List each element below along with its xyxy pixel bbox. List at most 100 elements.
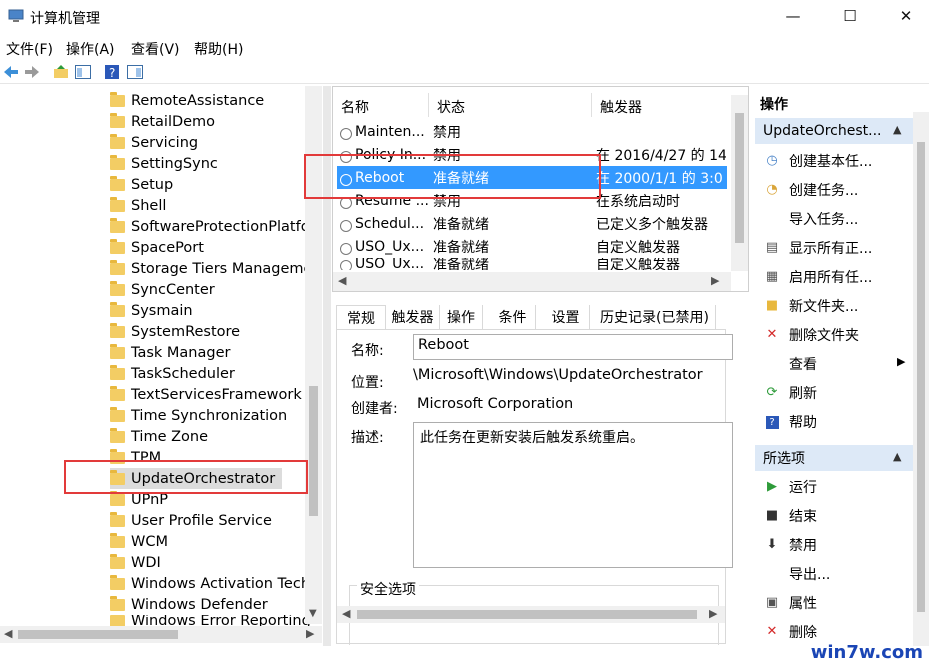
- tree-item[interactable]: User Profile Service: [110, 510, 310, 531]
- scroll-right-icon[interactable]: ▶: [711, 274, 719, 287]
- collapse-icon[interactable]: ▲: [893, 123, 901, 136]
- scrollbar-thumb[interactable]: [917, 142, 925, 612]
- show-hide-console-tree-icon[interactable]: [74, 63, 92, 81]
- action-delete-folder[interactable]: ✕ 删除文件夹: [755, 320, 915, 349]
- scroll-right-icon[interactable]: ▶: [306, 627, 314, 640]
- close-button[interactable]: ✕: [883, 0, 929, 32]
- tree-item[interactable]: TPM: [110, 447, 310, 468]
- action-view[interactable]: 查看 ▶: [755, 349, 915, 378]
- tree-item[interactable]: Windows Activation Technologies: [110, 573, 310, 594]
- forward-icon[interactable]: [23, 63, 41, 81]
- action-disable[interactable]: ⬇ 禁用: [755, 530, 915, 559]
- tree-item-selected[interactable]: UpdateOrchestrator: [110, 468, 282, 489]
- show-hide-action-pane-icon[interactable]: [126, 63, 144, 81]
- tab-actions[interactable]: 操作: [440, 305, 483, 329]
- table-row[interactable]: Policy In... 禁用在 2016/4/27 的 14: [337, 143, 727, 166]
- scroll-right-icon[interactable]: ▶: [709, 607, 717, 620]
- maximize-button[interactable]: ☐: [827, 0, 873, 32]
- tree-item[interactable]: WCM: [110, 531, 310, 552]
- pane-splitter[interactable]: [323, 86, 331, 646]
- tab-conditions[interactable]: 条件: [490, 305, 536, 329]
- folder-icon: [110, 448, 125, 464]
- action-create-task[interactable]: ◔ 创建任务...: [755, 175, 915, 204]
- scrollbar-thumb[interactable]: [309, 386, 318, 516]
- tree-item[interactable]: WDI: [110, 552, 310, 573]
- collapse-icon[interactable]: ▲: [893, 450, 901, 463]
- tree-item[interactable]: UPnP: [110, 489, 310, 510]
- tab-triggers[interactable]: 触发器: [386, 305, 440, 329]
- action-run[interactable]: ▶ 运行: [755, 472, 915, 501]
- menu-help[interactable]: 帮助(H): [194, 39, 243, 59]
- general-tab-panel: 名称: Reboot 位置: \Microsoft\Windows\Update…: [336, 329, 733, 645]
- action-pane-scrollbar[interactable]: [913, 112, 929, 646]
- section-update-orchestrator[interactable]: UpdateOrchest... ▲: [755, 118, 913, 144]
- action-show-running[interactable]: ▤ 显示所有正...: [755, 233, 915, 262]
- menu-view[interactable]: 查看(V): [131, 39, 180, 59]
- task-list[interactable]: 名称 状态 触发器 Mainten... 禁用 Policy In... 禁用在…: [332, 86, 749, 292]
- tree-item[interactable]: SystemRestore: [110, 321, 310, 342]
- table-row[interactable]: Schedul... 准备就绪 已定义多个触发器: [337, 212, 727, 235]
- scroll-left-icon[interactable]: ◀: [338, 274, 346, 287]
- tree-vertical-scrollbar[interactable]: ▼: [305, 86, 322, 624]
- scroll-down-icon[interactable]: ▼: [309, 608, 317, 619]
- create-basic-task-icon: ◷: [766, 153, 778, 168]
- action-import-task[interactable]: 导入任务...: [755, 204, 915, 233]
- tree-item[interactable]: SoftwareProtectionPlatform: [110, 216, 310, 237]
- back-icon[interactable]: [2, 63, 20, 81]
- help-icon[interactable]: ?: [103, 63, 121, 81]
- name-field[interactable]: Reboot: [413, 334, 733, 360]
- table-row[interactable]: USO_Ux... 准备就绪 自定义触发器: [337, 235, 727, 258]
- column-name[interactable]: 名称: [341, 97, 369, 117]
- tree-item[interactable]: SpacePort: [110, 237, 310, 258]
- action-enable-history[interactable]: ▦ 启用所有任...: [755, 262, 915, 291]
- tree-item[interactable]: Storage Tiers Management: [110, 258, 310, 279]
- action-create-basic-task[interactable]: ◷ 创建基本任...: [755, 146, 915, 175]
- tree-item[interactable]: SyncCenter: [110, 279, 310, 300]
- tree-item[interactable]: RemoteAssistance: [110, 90, 310, 111]
- tree-item[interactable]: Sysmain: [110, 300, 310, 321]
- table-row-selected[interactable]: Reboot 准备就绪在 2000/1/1 的 3:0: [337, 166, 727, 189]
- scroll-left-icon[interactable]: ◀: [4, 627, 12, 640]
- scroll-left-icon[interactable]: ◀: [342, 607, 350, 620]
- tree-item[interactable]: Task Manager: [110, 342, 310, 363]
- minimize-button[interactable]: —: [770, 0, 816, 32]
- tree-horizontal-scrollbar[interactable]: ◀ ▶: [0, 626, 322, 643]
- tab-history[interactable]: 历史记录(已禁用): [594, 305, 716, 329]
- section-selected-item[interactable]: 所选项 ▲: [755, 445, 913, 471]
- column-trigger[interactable]: 触发器: [600, 97, 642, 117]
- action-help[interactable]: ? 帮助: [755, 407, 915, 436]
- action-refresh[interactable]: ⟳ 刷新: [755, 378, 915, 407]
- tree-item[interactable]: Time Synchronization: [110, 405, 310, 426]
- scrollbar-thumb[interactable]: [18, 630, 178, 639]
- tree-item[interactable]: Shell: [110, 195, 310, 216]
- description-field[interactable]: 此任务在更新安装后触发系统重启。: [413, 422, 733, 568]
- tree-item[interactable]: TaskScheduler: [110, 363, 310, 384]
- menu-action[interactable]: 操作(A): [66, 39, 115, 59]
- tree-item[interactable]: RetailDemo: [110, 111, 310, 132]
- tree-item[interactable]: SettingSync: [110, 153, 310, 174]
- tree-item[interactable]: Time Zone: [110, 426, 310, 447]
- console-tree[interactable]: RemoteAssistance RetailDemo Servicing Se…: [0, 86, 322, 646]
- action-export[interactable]: 导出...: [755, 559, 915, 588]
- task-list-vertical-scrollbar[interactable]: [731, 95, 748, 271]
- up-folder-icon[interactable]: [52, 63, 70, 81]
- tree-item[interactable]: Servicing: [110, 132, 310, 153]
- tree-item[interactable]: TextServicesFramework: [110, 384, 310, 405]
- title-bar: 计算机管理 — ☐ ✕: [0, 0, 929, 34]
- scrollbar-thumb[interactable]: [357, 610, 697, 619]
- tab-general[interactable]: 常规: [336, 305, 386, 329]
- column-status[interactable]: 状态: [437, 97, 465, 117]
- tree-item[interactable]: Windows Defender: [110, 594, 310, 615]
- action-new-folder[interactable]: ■ 新文件夹...: [755, 291, 915, 320]
- menu-file[interactable]: 文件(F): [6, 39, 53, 59]
- action-end[interactable]: ■ 结束: [755, 501, 915, 530]
- table-row[interactable]: USO_Ux... 准备就绪 自定义触发器: [337, 258, 727, 270]
- tab-settings[interactable]: 设置: [542, 305, 590, 329]
- task-list-horizontal-scrollbar[interactable]: ◀ ▶: [333, 272, 731, 291]
- table-row[interactable]: Resume ... 禁用 在系统启动时: [337, 189, 727, 212]
- detail-horizontal-scrollbar[interactable]: ◀ ▶: [337, 606, 725, 623]
- action-properties[interactable]: ▣ 属性: [755, 588, 915, 617]
- tree-item[interactable]: Setup: [110, 174, 310, 195]
- table-row[interactable]: Mainten... 禁用: [337, 120, 727, 143]
- scrollbar-thumb[interactable]: [735, 113, 744, 243]
